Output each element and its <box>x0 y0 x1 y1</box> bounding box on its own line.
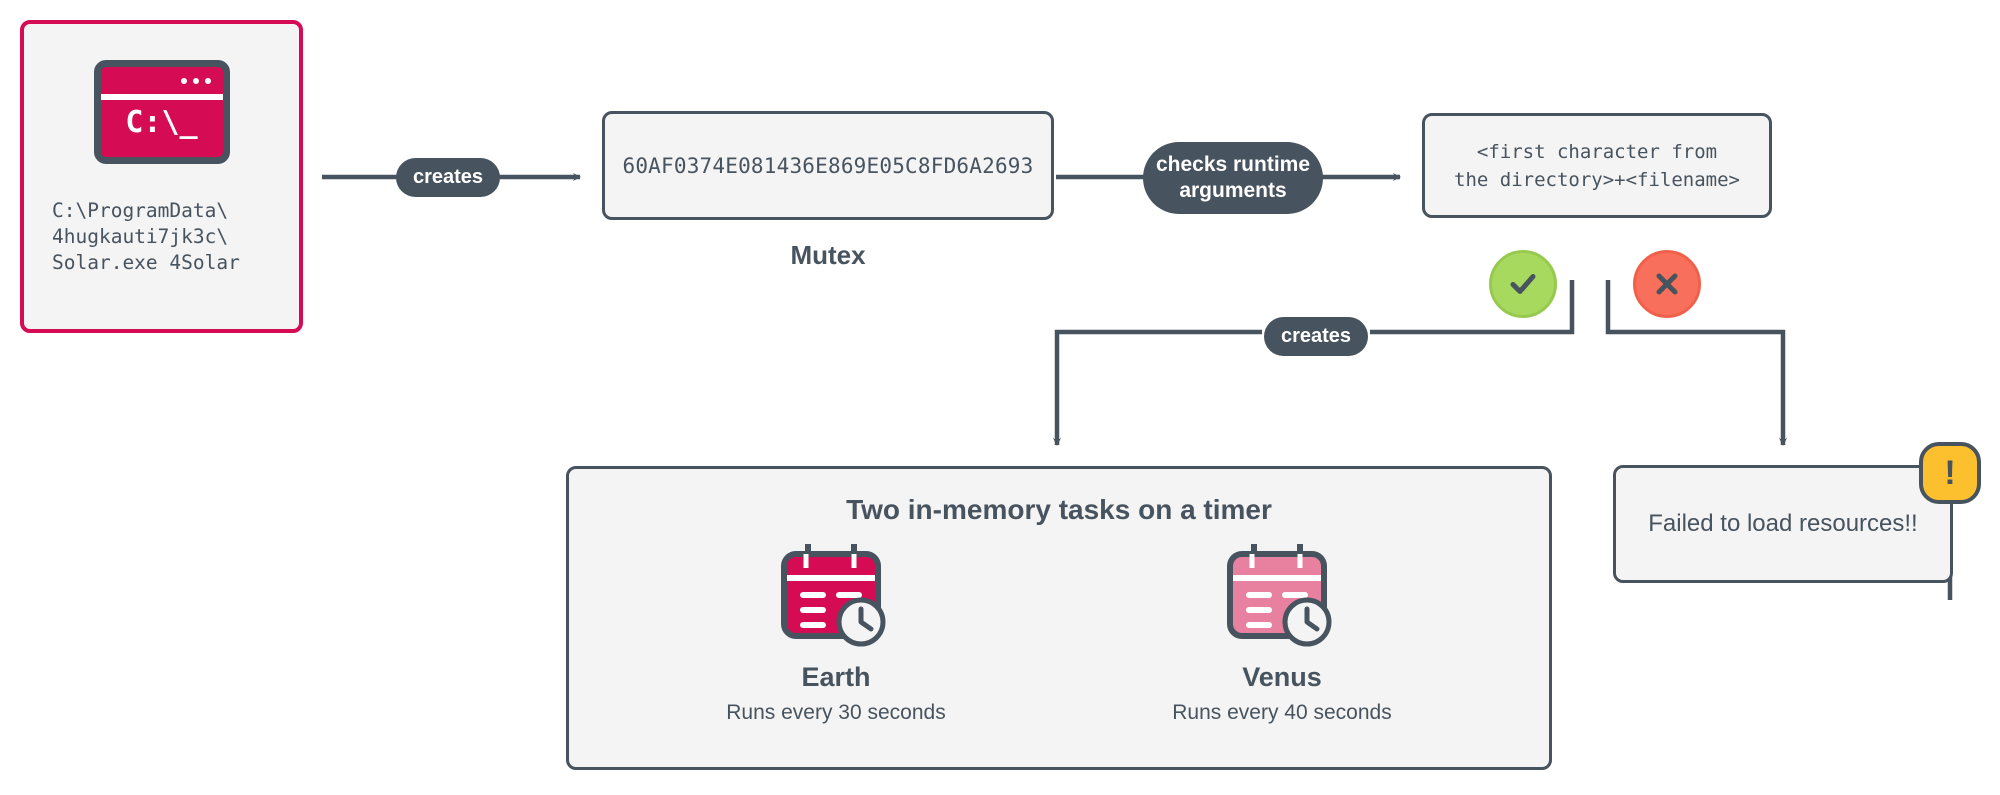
terminal-dots-icon <box>180 78 211 84</box>
warning-icon: ! <box>1919 442 1981 504</box>
terminal-icon: C:\_ <box>93 60 230 164</box>
warning-glyph: ! <box>1944 454 1956 492</box>
task-name-label: Venus <box>1242 662 1322 692</box>
terminal-titlebar-line <box>100 94 223 100</box>
task-schedule-label: Runs every 30 seconds <box>726 701 946 724</box>
tasks-panel: Two in-memory tasks on a timer Earth Run… <box>566 466 1552 770</box>
mutex-caption-label: Mutex <box>790 240 866 270</box>
task-earth: Earth Runs every 30 seconds <box>721 540 951 725</box>
argument-check-box: <first character from the directory>+<fi… <box>1422 113 1772 218</box>
terminal-prompt-label: C:\_ <box>125 105 198 140</box>
cross-circle-icon <box>1633 250 1701 318</box>
mutex-value-label: 60AF0374E081436E869E05C8FD6A2693 <box>622 153 1034 178</box>
edge-label-creates-mutex: creates <box>396 158 500 197</box>
tasks-row: Earth Runs every 30 seconds Venus Runs e… <box>569 540 1549 725</box>
task-venus: Venus Runs every 40 seconds <box>1167 540 1397 725</box>
error-message-label: Failed to load resources!! <box>1648 510 1918 537</box>
error-box: Failed to load resources!! <box>1613 465 1953 583</box>
edge-success-to-tasks <box>1053 329 1262 446</box>
calendar-clock-icon <box>776 540 896 650</box>
process-box: C:\_ C:\ProgramData\ 4hugkauti7jk3c\ Sol… <box>20 20 303 333</box>
argument-expected-label: <first character from the directory>+<fi… <box>1454 140 1740 191</box>
mutex-box: 60AF0374E081436E869E05C8FD6A2693 <box>602 111 1054 220</box>
edge-label-creates-tasks: creates <box>1264 317 1368 356</box>
edge-label-checks-runtime-arguments: checks runtime arguments <box>1143 142 1323 214</box>
process-path-label: C:\ProgramData\ 4hugkauti7jk3c\ Solar.ex… <box>52 199 240 274</box>
task-schedule-label: Runs every 40 seconds <box>1172 701 1392 724</box>
calendar-clock-icon <box>1222 540 1342 650</box>
tasks-panel-title: Two in-memory tasks on a timer <box>846 494 1272 525</box>
diagram-canvas: C:\_ C:\ProgramData\ 4hugkauti7jk3c\ Sol… <box>0 0 2000 795</box>
check-circle-icon <box>1489 250 1557 318</box>
task-name-label: Earth <box>801 662 871 692</box>
edge-failure-to-error <box>1605 280 1787 446</box>
